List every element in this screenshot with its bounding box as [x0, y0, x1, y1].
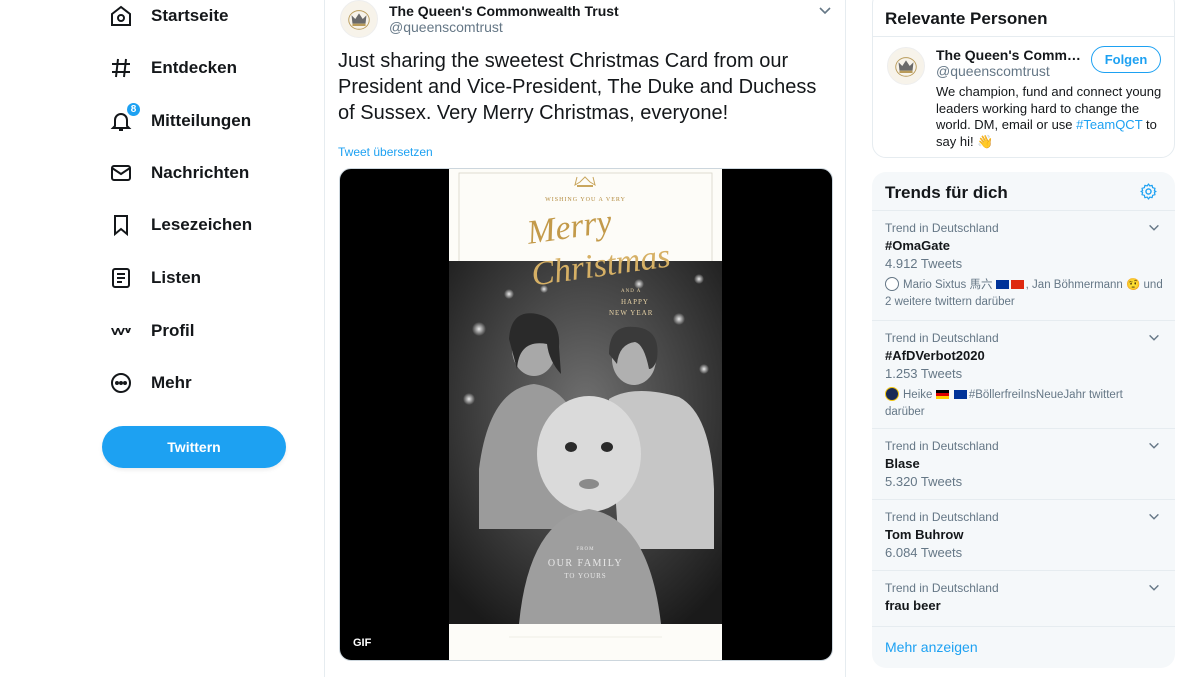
tweet-detail: The Queen's Commonwealth Trust @queensco… — [324, 0, 846, 677]
nav-item-nachrichten[interactable]: Nachrichten — [108, 151, 249, 195]
card-wishing-text: WISHING YOU A VERY — [545, 197, 626, 203]
compose-tweet-button[interactable]: Twittern — [102, 426, 286, 468]
chevron-down-icon[interactable] — [1147, 510, 1161, 524]
de-flag-icon — [935, 390, 949, 399]
trend-name: Tom Buhrow — [885, 527, 964, 542]
trend-context: Trend in Deutschland — [885, 221, 999, 235]
nav-label: Lesezeichen — [151, 215, 253, 234]
trend-context: Trend in Deutschland — [885, 581, 999, 595]
nav-item-listen[interactable]: Listen — [108, 256, 201, 300]
card-happy-text: HAPPY — [621, 298, 649, 306]
nav-label: Mitteilungen — [151, 111, 252, 130]
trend-tweet-count: 4.912 Tweets — [885, 256, 963, 271]
trend-meta: Mario Sixtus 馬六 , Jan Böhmermann 🤨 und 2… — [885, 277, 1165, 310]
tweet-text: Just sharing the sweetest Christmas Card… — [338, 50, 817, 124]
follow-button[interactable]: Folgen — [1091, 46, 1161, 73]
trend-name: frau beer — [885, 598, 941, 613]
trend-item[interactable]: Trend in Deutschland Tom Buhrow 6.084 Tw… — [872, 499, 1175, 570]
nav-label: Startseite — [151, 6, 229, 25]
user-avatar — [885, 387, 899, 401]
nav-label: Entdecken — [151, 58, 237, 77]
crown-logo-icon — [895, 57, 917, 77]
author-name[interactable]: The Queen's Commonwealth Trust — [389, 3, 619, 19]
trend-context: Trend in Deutschland — [885, 510, 999, 524]
trend-tweet-count: 1.253 Tweets — [885, 366, 963, 381]
list-icon — [108, 265, 134, 291]
card-new-year-text: NEW YEAR — [609, 309, 654, 317]
nav-label: Nachrichten — [151, 163, 250, 182]
divider — [873, 36, 1174, 37]
nav-item-entdecken[interactable]: Entdecken — [108, 46, 237, 90]
eu-flag-icon — [995, 280, 1009, 289]
card-to-yours-text: TO YOURS — [564, 572, 607, 580]
trends-title: Trends für dich — [885, 183, 1008, 202]
bookmark-icon — [108, 212, 134, 238]
trends-panel: Trends für dich Trend in Deutschland #Om… — [872, 172, 1175, 668]
profile-icon — [108, 318, 134, 344]
trend-item[interactable]: Trend in Deutschland #OmaGate 4.912 Twee… — [872, 210, 1175, 320]
more-icon — [108, 370, 134, 396]
eu-flag-icon — [953, 390, 967, 399]
bio-hashtag-link[interactable]: #TeamQCT — [1076, 117, 1142, 132]
trend-item[interactable]: Trend in Deutschland Blase 5.320 Tweets — [872, 428, 1175, 499]
nav-item-mitteilungen[interactable]: 8 Mitteilungen — [108, 99, 251, 143]
hashtag-icon — [108, 55, 134, 81]
trend-meta: Heike #BöllerfreiInsNeueJahr twittert da… — [885, 387, 1165, 420]
user-avatar — [885, 277, 899, 291]
divider — [872, 626, 1175, 627]
translate-tweet-link[interactable]: Tweet übersetzen — [338, 145, 433, 159]
christmas-card-image: WISHING YOU A VERY Merry Christmas AND A… — [449, 169, 722, 660]
bell-icon: 8 — [108, 102, 141, 134]
nav-item-startseite[interactable]: Startseite — [108, 0, 228, 38]
relevant-people-title: Relevante Personen — [885, 9, 1048, 28]
nav-label: Mehr — [151, 373, 192, 392]
home-icon — [108, 3, 134, 29]
trend-name: Blase — [885, 456, 920, 471]
trend-tweet-count: 5.320 Tweets — [885, 474, 963, 489]
gear-icon[interactable] — [1139, 182, 1158, 201]
mail-icon — [108, 160, 134, 186]
chevron-down-icon[interactable] — [1147, 221, 1161, 235]
crown-logo-icon — [348, 10, 370, 30]
chevron-down-icon[interactable] — [817, 3, 833, 19]
card-and-a-text: AND A — [621, 289, 642, 294]
nav-item-profil[interactable]: Profil — [108, 309, 194, 353]
trend-context: Trend in Deutschland — [885, 439, 999, 453]
trend-tweet-count: 6.084 Tweets — [885, 545, 963, 560]
trend-meta-users: Heike — [903, 389, 933, 401]
chevron-down-icon[interactable] — [1147, 439, 1161, 453]
author-handle[interactable]: @queenscomtrust — [389, 19, 503, 35]
chevron-down-icon[interactable] — [1147, 581, 1161, 595]
related-user-name[interactable]: The Queen's Commonwealth Trust — [936, 47, 1086, 63]
gif-badge: GIF — [348, 634, 377, 652]
trend-context: Trend in Deutschland — [885, 331, 999, 345]
show-more-link[interactable]: Mehr anzeigen — [885, 639, 978, 655]
trend-item[interactable]: Trend in Deutschland #AfDVerbot2020 1.25… — [872, 320, 1175, 428]
nav-item-lesezeichen[interactable]: Lesezeichen — [108, 203, 252, 247]
hk-flag-icon — [1010, 280, 1024, 289]
related-user-avatar[interactable] — [887, 47, 925, 85]
trend-name: #AfDVerbot2020 — [885, 348, 985, 363]
author-avatar[interactable] — [340, 0, 378, 38]
related-user-handle[interactable]: @queenscomtrust — [936, 63, 1050, 79]
nav-item-mehr[interactable]: Mehr — [108, 361, 192, 405]
tweet-media-gif[interactable]: WISHING YOU A VERY Merry Christmas AND A… — [339, 168, 833, 661]
chevron-down-icon[interactable] — [1147, 331, 1161, 345]
nav-label: Listen — [151, 268, 202, 287]
card-our-family-text: OUR FAMILY — [547, 558, 624, 569]
card-from-text: FROM — [576, 547, 595, 552]
primary-navigation: Startseite Entdecken 8 Mitteilungen Nach… — [100, 0, 305, 677]
trend-name: #OmaGate — [885, 238, 951, 253]
relevant-people-panel: Relevante Personen The Queen's Commonwea… — [872, 0, 1175, 158]
related-user-bio: We champion, fund and connect young lead… — [936, 84, 1168, 150]
trend-item[interactable]: Trend in Deutschland frau beer — [872, 570, 1175, 626]
notification-count-badge: 8 — [126, 102, 141, 117]
nav-label: Profil — [151, 321, 195, 340]
trend-meta-users: Mario Sixtus 馬六 — [903, 279, 993, 291]
